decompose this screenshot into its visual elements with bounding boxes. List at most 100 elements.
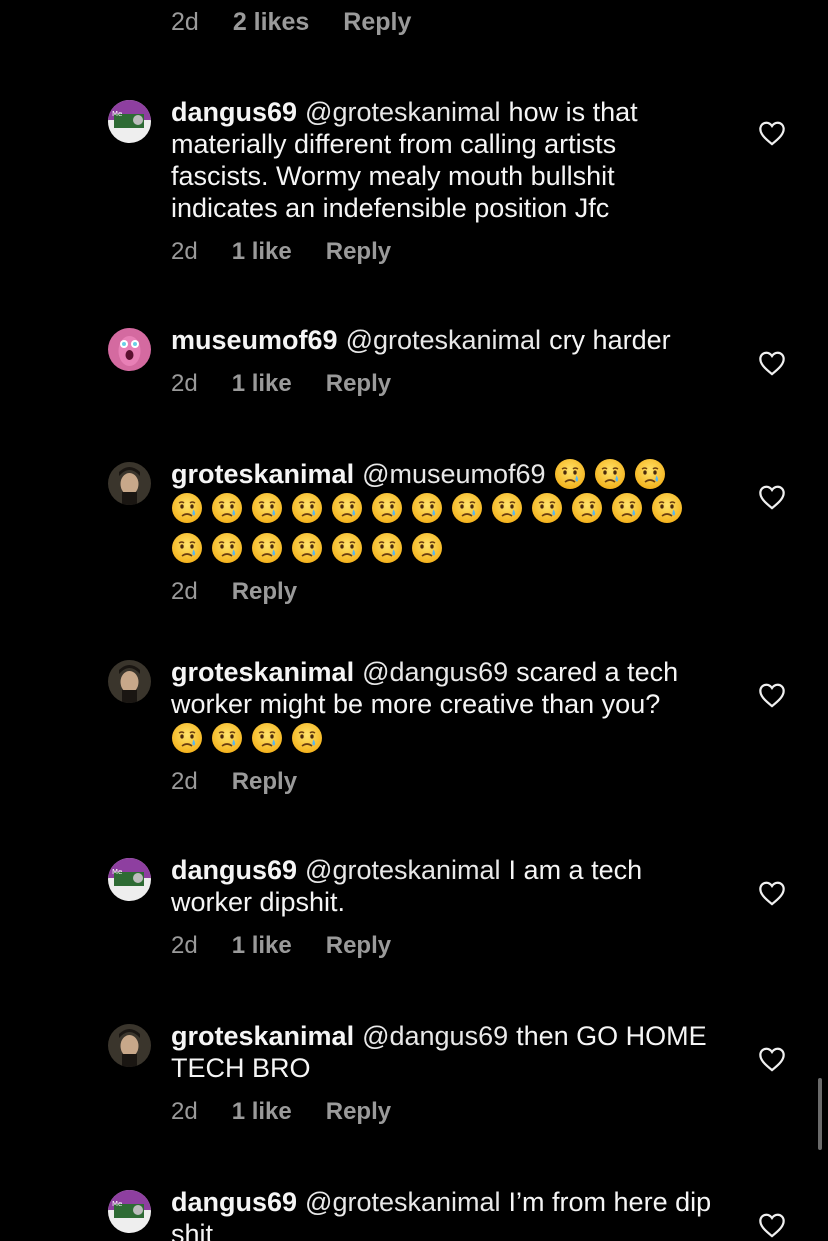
comment-time: 2d (171, 578, 198, 605)
comment-body: dangus69 @groteskanimal I’m from here dip … (171, 1186, 719, 1241)
heart-icon[interactable] (758, 1212, 786, 1238)
avatar[interactable] (108, 462, 151, 505)
comment-body: museumof69 @groteskanimal cry harder 2d 1 … (171, 324, 719, 398)
comment-username[interactable]: museumof69 (171, 325, 338, 355)
reply-button[interactable]: Reply (326, 1098, 391, 1126)
reply-button[interactable]: Reply (232, 768, 297, 796)
emoji-group (554, 458, 666, 490)
comment-mention[interactable]: @groteskanimal (305, 855, 501, 885)
heart-icon[interactable] (758, 1046, 786, 1072)
comment-meta: 2d 1 like Reply (171, 932, 719, 960)
comment-time: 2d (171, 1098, 198, 1125)
crying-face-icon (611, 492, 643, 524)
comment-time: 2d (171, 768, 198, 795)
comment-body: groteskanimal @dangus69 scared a tech work… (171, 656, 719, 796)
comment-mention[interactable]: @dangus69 (362, 657, 508, 687)
comment-meta: 2d Reply (171, 578, 719, 606)
crying-face-icon (634, 458, 666, 490)
comment-mention[interactable]: @groteskanimal (346, 325, 542, 355)
comment-mention[interactable]: @groteskanimal (305, 97, 501, 127)
crying-face-icon (171, 492, 203, 524)
like-count[interactable]: 1 like (232, 238, 292, 266)
heart-icon[interactable] (758, 350, 786, 376)
crying-face-icon (211, 722, 243, 754)
crying-face-icon (371, 492, 403, 524)
crying-face-icon (571, 492, 603, 524)
like-count[interactable]: 2 likes (233, 8, 309, 37)
comment-content: cry harder (549, 325, 671, 355)
crying-face-icon (411, 532, 443, 564)
emoji-group (171, 492, 719, 564)
like-count[interactable]: 1 like (232, 370, 292, 398)
comment-text: dangus69 @groteskanimal how is that materi… (171, 96, 719, 224)
avatar[interactable] (108, 1024, 151, 1067)
comment-time: 2d (171, 238, 198, 265)
reply-button[interactable]: Reply (326, 238, 391, 266)
heart-icon[interactable] (758, 120, 786, 146)
crying-face-icon (331, 492, 363, 524)
svg-text:Me: Me (112, 868, 122, 876)
comment-mention[interactable]: @dangus69 (362, 1021, 508, 1051)
like-count[interactable]: 1 like (232, 932, 292, 960)
avatar[interactable]: Me (108, 858, 151, 901)
comment-time: 2d (171, 8, 199, 36)
comment-body: groteskanimal @museumof69 2d Reply (171, 458, 719, 606)
comment-meta: 2d Reply (171, 768, 719, 796)
like-count[interactable]: 1 like (232, 1098, 292, 1126)
crying-face-icon (251, 532, 283, 564)
heart-icon[interactable] (758, 484, 786, 510)
crying-face-icon (371, 532, 403, 564)
avatar[interactable] (108, 328, 151, 371)
comment-time: 2d (171, 370, 198, 397)
comment-body: dangus69 @groteskanimal I am a tech worker… (171, 854, 719, 960)
crying-face-icon (171, 722, 203, 754)
crying-face-icon (491, 492, 523, 524)
crying-face-icon (651, 492, 683, 524)
reply-button[interactable]: Reply (326, 370, 391, 398)
reply-button[interactable]: Reply (232, 578, 297, 606)
crying-face-icon (211, 492, 243, 524)
svg-text:Me: Me (112, 110, 122, 118)
crying-face-icon (251, 492, 283, 524)
crying-face-icon (451, 492, 483, 524)
comment-body: dangus69 @groteskanimal how is that materi… (171, 96, 719, 266)
comment-text: groteskanimal @dangus69 scared a tech work… (171, 656, 719, 720)
avatar[interactable]: Me (108, 1190, 151, 1233)
previous-comment-meta: 2d 2 likes Reply (171, 8, 411, 37)
crying-face-icon (211, 532, 243, 564)
comment-text: museumof69 @groteskanimal cry harder (171, 324, 719, 356)
comment-username[interactable]: dangus69 (171, 855, 297, 885)
comment-username[interactable]: groteskanimal (171, 459, 354, 489)
comment-text: groteskanimal @museumof69 (171, 458, 719, 490)
svg-text:Me: Me (112, 1200, 122, 1208)
crying-face-icon (291, 722, 323, 754)
comment-username[interactable]: groteskanimal (171, 1021, 354, 1051)
comment-username[interactable]: dangus69 (171, 97, 297, 127)
comment-username[interactable]: dangus69 (171, 1187, 297, 1217)
comment-meta: 2d 1 like Reply (171, 370, 719, 398)
comment-username[interactable]: groteskanimal (171, 657, 354, 687)
crying-face-icon (251, 722, 283, 754)
crying-face-icon (554, 458, 586, 490)
crying-face-icon (531, 492, 563, 524)
comment-body: groteskanimal @dangus69 then GO HOME TECH … (171, 1020, 719, 1126)
scrollbar[interactable] (818, 1078, 822, 1150)
comment-text: groteskanimal @dangus69 then GO HOME TECH … (171, 1020, 719, 1084)
emoji-group (171, 722, 719, 754)
crying-face-icon (291, 492, 323, 524)
comment-mention[interactable]: @groteskanimal (305, 1187, 501, 1217)
avatar[interactable]: Me (108, 100, 151, 143)
comment-meta: 2d 1 like Reply (171, 238, 719, 266)
comment-time: 2d (171, 932, 198, 959)
avatar[interactable] (108, 660, 151, 703)
crying-face-icon (331, 532, 363, 564)
comment-meta: 2d 1 like Reply (171, 1098, 719, 1126)
crying-face-icon (171, 532, 203, 564)
reply-button[interactable]: Reply (326, 932, 391, 960)
reply-button[interactable]: Reply (343, 8, 411, 37)
crying-face-icon (411, 492, 443, 524)
heart-icon[interactable] (758, 682, 786, 708)
comment-mention[interactable]: @museumof69 (362, 459, 546, 489)
crying-face-icon (594, 458, 626, 490)
heart-icon[interactable] (758, 880, 786, 906)
